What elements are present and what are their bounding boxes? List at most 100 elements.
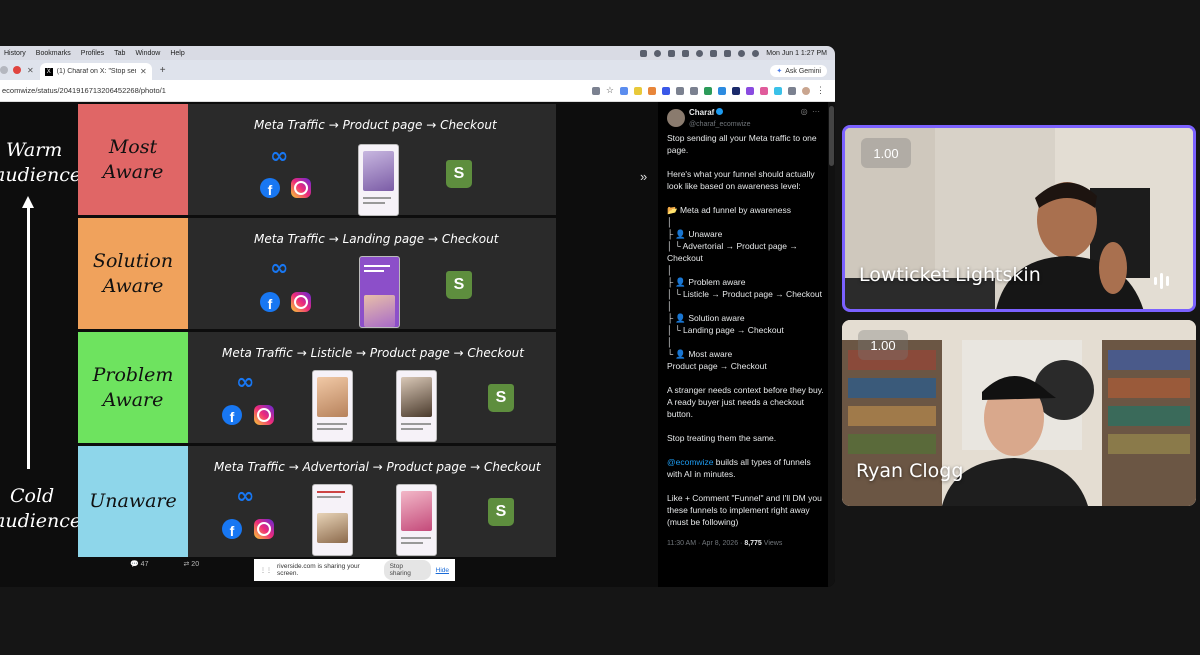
repost-count: 20 bbox=[191, 561, 200, 568]
playback-speed[interactable]: 1.00 bbox=[858, 330, 908, 360]
shopify-icon: S bbox=[446, 271, 472, 299]
more-icon[interactable]: ··· bbox=[812, 107, 820, 116]
more-menu-icon[interactable]: ⋮ bbox=[816, 85, 825, 96]
extension-icon[interactable] bbox=[620, 86, 628, 95]
participant-name: Ryan Clogg bbox=[856, 460, 964, 482]
extension-icon[interactable] bbox=[732, 86, 740, 95]
menu-window[interactable]: Window bbox=[135, 50, 160, 57]
listicle-thumbnail bbox=[312, 370, 353, 442]
flow-text: Meta Traffic → Advertorial → Product pag… bbox=[214, 460, 541, 474]
participant-tile-1[interactable]: 1.00 Lowticket Lightskin bbox=[842, 125, 1196, 312]
close-icon[interactable]: ✕ bbox=[27, 66, 38, 80]
tweet-header: Charaf @charaf_ecomwize ◎ ··· bbox=[667, 102, 828, 132]
extension-icon[interactable] bbox=[718, 86, 726, 95]
extension-icon[interactable] bbox=[774, 86, 782, 95]
status-icon[interactable] bbox=[696, 49, 704, 57]
hide-button[interactable]: Hide bbox=[436, 567, 449, 574]
funnel-row-unaware: Unaware Meta Traffic → Advertorial → Pro… bbox=[78, 446, 556, 557]
author-avatar[interactable] bbox=[667, 109, 685, 127]
repost-button[interactable]: ⇄ 20 bbox=[183, 560, 199, 568]
eq-bar bbox=[1166, 276, 1169, 286]
funnel-row-most-aware: Most Aware Meta Traffic → Product page → … bbox=[78, 104, 556, 216]
tab-title: (1) Charaf on X: "Stop sendin bbox=[56, 68, 136, 75]
playback-speed[interactable]: 1.00 bbox=[861, 138, 911, 168]
thumb-line bbox=[401, 537, 431, 539]
status-icon[interactable] bbox=[710, 49, 718, 57]
thumb-image bbox=[363, 151, 394, 191]
drag-handle-icon[interactable]: ⋮⋮ bbox=[260, 567, 272, 574]
browser-tab-active[interactable]: X (1) Charaf on X: "Stop sendin ✕ bbox=[39, 63, 152, 80]
extension-icons: ☆ ⋮ bbox=[591, 85, 835, 96]
speaking-indicator-icon bbox=[1154, 273, 1169, 289]
author-name[interactable]: Charaf bbox=[689, 108, 714, 117]
status-icon[interactable] bbox=[654, 49, 662, 57]
status-icon[interactable] bbox=[668, 49, 676, 57]
ask-gemini-button[interactable]: ✦ Ask Gemini bbox=[770, 65, 827, 77]
thumb-image bbox=[364, 295, 395, 327]
extension-icon[interactable] bbox=[760, 86, 768, 95]
status-icons: Mon Jun 1 1:27 PM bbox=[640, 49, 835, 57]
share-banner-text: riverside.com is sharing your screen. bbox=[277, 563, 360, 577]
instagram-icon bbox=[254, 519, 274, 539]
new-tab-button[interactable]: + bbox=[152, 65, 166, 80]
extension-icon[interactable] bbox=[634, 86, 642, 95]
expand-chevron-icon[interactable]: » bbox=[640, 169, 647, 184]
spotlight-icon[interactable] bbox=[752, 49, 760, 57]
menu-profiles[interactable]: Profiles bbox=[81, 50, 104, 57]
address-bar: ecomwize/status/2041916713206452268/phot… bbox=[0, 80, 835, 102]
sparkle-icon: ✦ bbox=[776, 68, 783, 75]
status-icon[interactable] bbox=[640, 49, 648, 57]
thumb-line bbox=[317, 423, 347, 425]
flow-text: Meta Traffic → Product page → Checkout bbox=[254, 118, 497, 132]
flow-text: Meta Traffic → Listicle → Product page →… bbox=[222, 346, 524, 360]
menubar-datetime[interactable]: Mon Jun 1 1:27 PM bbox=[766, 50, 827, 57]
audience-word: audience bbox=[0, 164, 82, 186]
tweet-scrollbar[interactable] bbox=[828, 102, 835, 587]
thumb-line bbox=[401, 542, 423, 544]
menu-tab[interactable]: Tab bbox=[114, 50, 125, 57]
reply-count: 47 bbox=[140, 561, 149, 568]
recording-icon bbox=[13, 66, 21, 74]
extension-icon[interactable] bbox=[648, 86, 656, 95]
menu-help[interactable]: Help bbox=[170, 50, 184, 57]
extension-icon[interactable] bbox=[746, 86, 754, 95]
participant-tile-2[interactable]: 1.00 Ryan Clogg bbox=[842, 320, 1196, 506]
cold-audience-label: Cold audience bbox=[0, 484, 81, 534]
cast-icon[interactable] bbox=[591, 86, 600, 95]
extension-icon[interactable] bbox=[662, 86, 670, 95]
profile-avatar[interactable] bbox=[802, 86, 810, 95]
menu-bookmarks[interactable]: Bookmarks bbox=[36, 50, 71, 57]
product-page-thumbnail bbox=[396, 370, 437, 442]
puzzle-icon[interactable] bbox=[788, 86, 796, 95]
scrollbar-thumb[interactable] bbox=[829, 106, 834, 166]
star-icon[interactable]: ☆ bbox=[606, 85, 614, 96]
instagram-icon bbox=[291, 178, 311, 198]
mention-link[interactable]: @ecomwize bbox=[667, 457, 713, 467]
verified-badge-icon bbox=[716, 107, 724, 115]
eq-bar bbox=[1160, 273, 1163, 289]
status-icon[interactable] bbox=[682, 49, 690, 57]
shopify-icon: S bbox=[488, 498, 514, 526]
shopify-icon: S bbox=[446, 160, 472, 188]
instagram-icon bbox=[254, 405, 274, 425]
extension-icon[interactable] bbox=[704, 86, 712, 95]
author-handle[interactable]: @charaf_ecomwize bbox=[689, 119, 751, 131]
meta-logo-icon: ∞ bbox=[236, 370, 254, 395]
stop-sharing-button[interactable]: Stop sharing bbox=[383, 560, 431, 580]
thumb-line bbox=[364, 270, 384, 272]
tab-close-icon[interactable]: ✕ bbox=[140, 67, 147, 76]
views-label: Views bbox=[761, 540, 783, 547]
menu-history[interactable]: History bbox=[4, 50, 26, 57]
thumb-line bbox=[317, 428, 343, 430]
extension-icon[interactable] bbox=[690, 86, 698, 95]
advertorial-thumbnail bbox=[312, 484, 353, 556]
battery-icon[interactable] bbox=[724, 49, 732, 57]
url-field[interactable]: ecomwize/status/2041916713206452268/phot… bbox=[0, 86, 592, 95]
wifi-icon[interactable] bbox=[738, 49, 746, 57]
tweet-menu: ◎ ··· bbox=[801, 106, 820, 118]
thumb-line bbox=[364, 265, 390, 267]
reply-button[interactable]: 💬 47 bbox=[130, 560, 148, 568]
tweet-time[interactable]: 11:30 AM · Apr 8, 2026 · bbox=[667, 540, 744, 547]
grok-icon[interactable]: ◎ bbox=[801, 107, 808, 116]
extension-icon[interactable] bbox=[676, 86, 684, 95]
